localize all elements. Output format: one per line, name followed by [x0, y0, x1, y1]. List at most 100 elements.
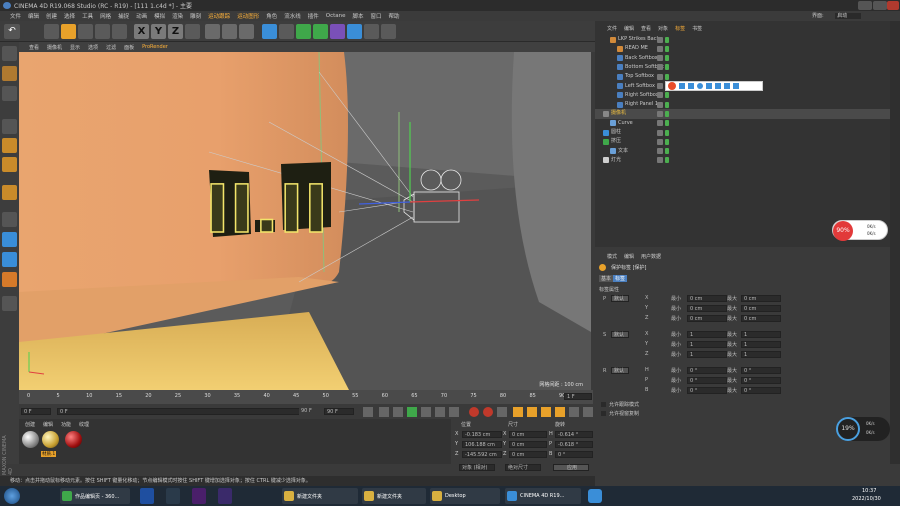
attribute-tab[interactable]: 用户数据	[641, 253, 661, 260]
apply-button[interactable]: 应用	[553, 464, 589, 471]
viewport-menu-item[interactable]: 显示	[70, 44, 80, 51]
end-frame-field-2[interactable]: 90 F	[324, 408, 354, 415]
render-picture-icon[interactable]	[222, 24, 237, 39]
taskbar-item[interactable]: CINEMA 4D R19...	[505, 488, 581, 504]
visibility-toggle-icon[interactable]	[657, 148, 663, 155]
menu-item[interactable]: 角色	[266, 12, 277, 20]
menu-item[interactable]: 选择	[64, 12, 75, 20]
sogou-icon[interactable]	[668, 82, 676, 90]
object-row[interactable]: 文本	[595, 147, 890, 156]
min-field[interactable]: 0 cm	[687, 315, 727, 322]
render-settings-icon[interactable]	[239, 24, 254, 39]
object-tab[interactable]: 对象	[658, 25, 668, 32]
pla-key-icon[interactable]	[569, 407, 579, 417]
workplane-icon[interactable]	[2, 252, 17, 267]
start-button[interactable]	[4, 488, 20, 504]
goto-end-button[interactable]	[449, 407, 459, 417]
max-field[interactable]: 0 cm	[741, 305, 781, 312]
keyframe-selection-button[interactable]	[497, 407, 507, 417]
object-row[interactable]: Back Softbox	[595, 54, 890, 63]
menu-item[interactable]: 模拟	[154, 12, 165, 20]
points-mode-icon[interactable]	[2, 119, 17, 134]
array-icon[interactable]	[313, 24, 328, 39]
coord-mode-select[interactable]: 对象 (相对)	[459, 464, 495, 471]
bird-icon[interactable]	[588, 489, 602, 503]
taskbar-item[interactable]	[192, 488, 206, 504]
menu-item[interactable]: 帮助	[389, 12, 400, 20]
zh-icon[interactable]	[679, 83, 685, 89]
menu-item[interactable]: 捕捉	[118, 12, 129, 20]
enable-check-icon[interactable]	[665, 157, 669, 164]
attribute-tab[interactable]: 模式	[607, 253, 617, 260]
edges-mode-icon[interactable]	[2, 138, 17, 153]
visibility-toggle-icon[interactable]	[657, 73, 663, 80]
interface-value[interactable]: 启动	[835, 13, 862, 19]
material-swatch-1[interactable]	[22, 431, 39, 448]
coord-size[interactable]: 0 cm	[509, 451, 547, 458]
goto-start-button[interactable]	[363, 407, 373, 417]
voice-icon[interactable]	[706, 83, 712, 89]
material-tab[interactable]: 编辑	[43, 421, 53, 428]
material-tab[interactable]: 功能	[61, 421, 71, 428]
z-axis-button[interactable]: Z	[168, 24, 183, 39]
menu-item[interactable]: 脚本	[353, 12, 364, 20]
select-tool-icon[interactable]	[44, 24, 59, 39]
coord-size[interactable]: 0 cm	[509, 431, 547, 438]
sub-tab-basic[interactable]: 基本	[599, 275, 614, 282]
cube-icon[interactable]	[262, 24, 277, 39]
object-row[interactable]: Curve	[595, 119, 890, 128]
max-field[interactable]: 0 °	[741, 377, 781, 384]
floor-icon[interactable]	[347, 24, 362, 39]
taskbar-item[interactable]: 新建文件夹	[362, 488, 426, 504]
object-row[interactable]: 灯光	[595, 156, 890, 165]
menu-item[interactable]: 编辑	[28, 12, 39, 20]
auto-key-button[interactable]	[483, 407, 493, 417]
visibility-toggle-icon[interactable]	[657, 83, 663, 89]
rotation-key-icon[interactable]	[541, 407, 551, 417]
coord-rot[interactable]: 0 °	[555, 451, 593, 458]
enable-check-icon[interactable]	[665, 73, 669, 80]
snap-icon[interactable]	[2, 232, 17, 247]
position-key-icon[interactable]	[513, 407, 523, 417]
object-row[interactable]: READ ME	[595, 44, 890, 53]
max-field[interactable]: 1	[741, 351, 781, 358]
max-field[interactable]: 0 cm	[741, 315, 781, 322]
viewport-menu-item[interactable]: ProRender	[142, 44, 168, 50]
coord-rot[interactable]: -0.618 °	[555, 441, 593, 448]
pen-icon[interactable]	[279, 24, 294, 39]
visibility-toggle-icon[interactable]	[657, 157, 663, 164]
menu-item[interactable]: 渲染	[172, 12, 183, 20]
visibility-toggle-icon[interactable]	[657, 120, 663, 127]
visibility-toggle-icon[interactable]	[657, 45, 663, 52]
menu-item[interactable]: 流水线	[284, 12, 301, 20]
rotate-tool-icon[interactable]	[95, 24, 110, 39]
checkbox-tracking-mode[interactable]	[601, 402, 606, 407]
taskbar-item[interactable]	[140, 488, 154, 504]
undo-button[interactable]: ↶	[4, 24, 20, 39]
group-mode-select[interactable]: 默认	[611, 295, 629, 302]
menu-item[interactable]: 工具	[82, 12, 93, 20]
enable-check-icon[interactable]	[665, 138, 669, 145]
taskbar-item[interactable]: 新建文件夹	[282, 488, 358, 504]
visibility-toggle-icon[interactable]	[657, 92, 663, 99]
menu-item[interactable]: 动画	[136, 12, 147, 20]
min-field[interactable]: 0 °	[687, 367, 727, 374]
enable-check-icon[interactable]	[665, 129, 669, 136]
enable-check-icon[interactable]	[665, 45, 669, 52]
coord-pos[interactable]: 106.188 cm	[462, 441, 502, 448]
start-frame-field[interactable]: 0 F	[57, 408, 317, 415]
object-row[interactable]: 挤压	[595, 137, 890, 146]
interface-layout[interactable]: 界面: 启动	[812, 11, 862, 21]
menu-item[interactable]: 插件	[308, 12, 319, 20]
enable-check-icon[interactable]	[665, 92, 669, 99]
coord-pos[interactable]: -0.183 cm	[462, 431, 502, 438]
object-row[interactable]: Right Softbox	[595, 91, 890, 100]
taskbar-item[interactable]	[166, 488, 180, 504]
visibility-toggle-icon[interactable]	[657, 129, 663, 136]
max-field[interactable]: 1	[741, 331, 781, 338]
magnet-icon[interactable]	[2, 272, 17, 287]
object-tab[interactable]: 标签	[675, 25, 685, 32]
render-view-icon[interactable]	[205, 24, 220, 39]
max-field[interactable]: 1	[741, 341, 781, 348]
keyboard-icon[interactable]	[715, 83, 721, 89]
